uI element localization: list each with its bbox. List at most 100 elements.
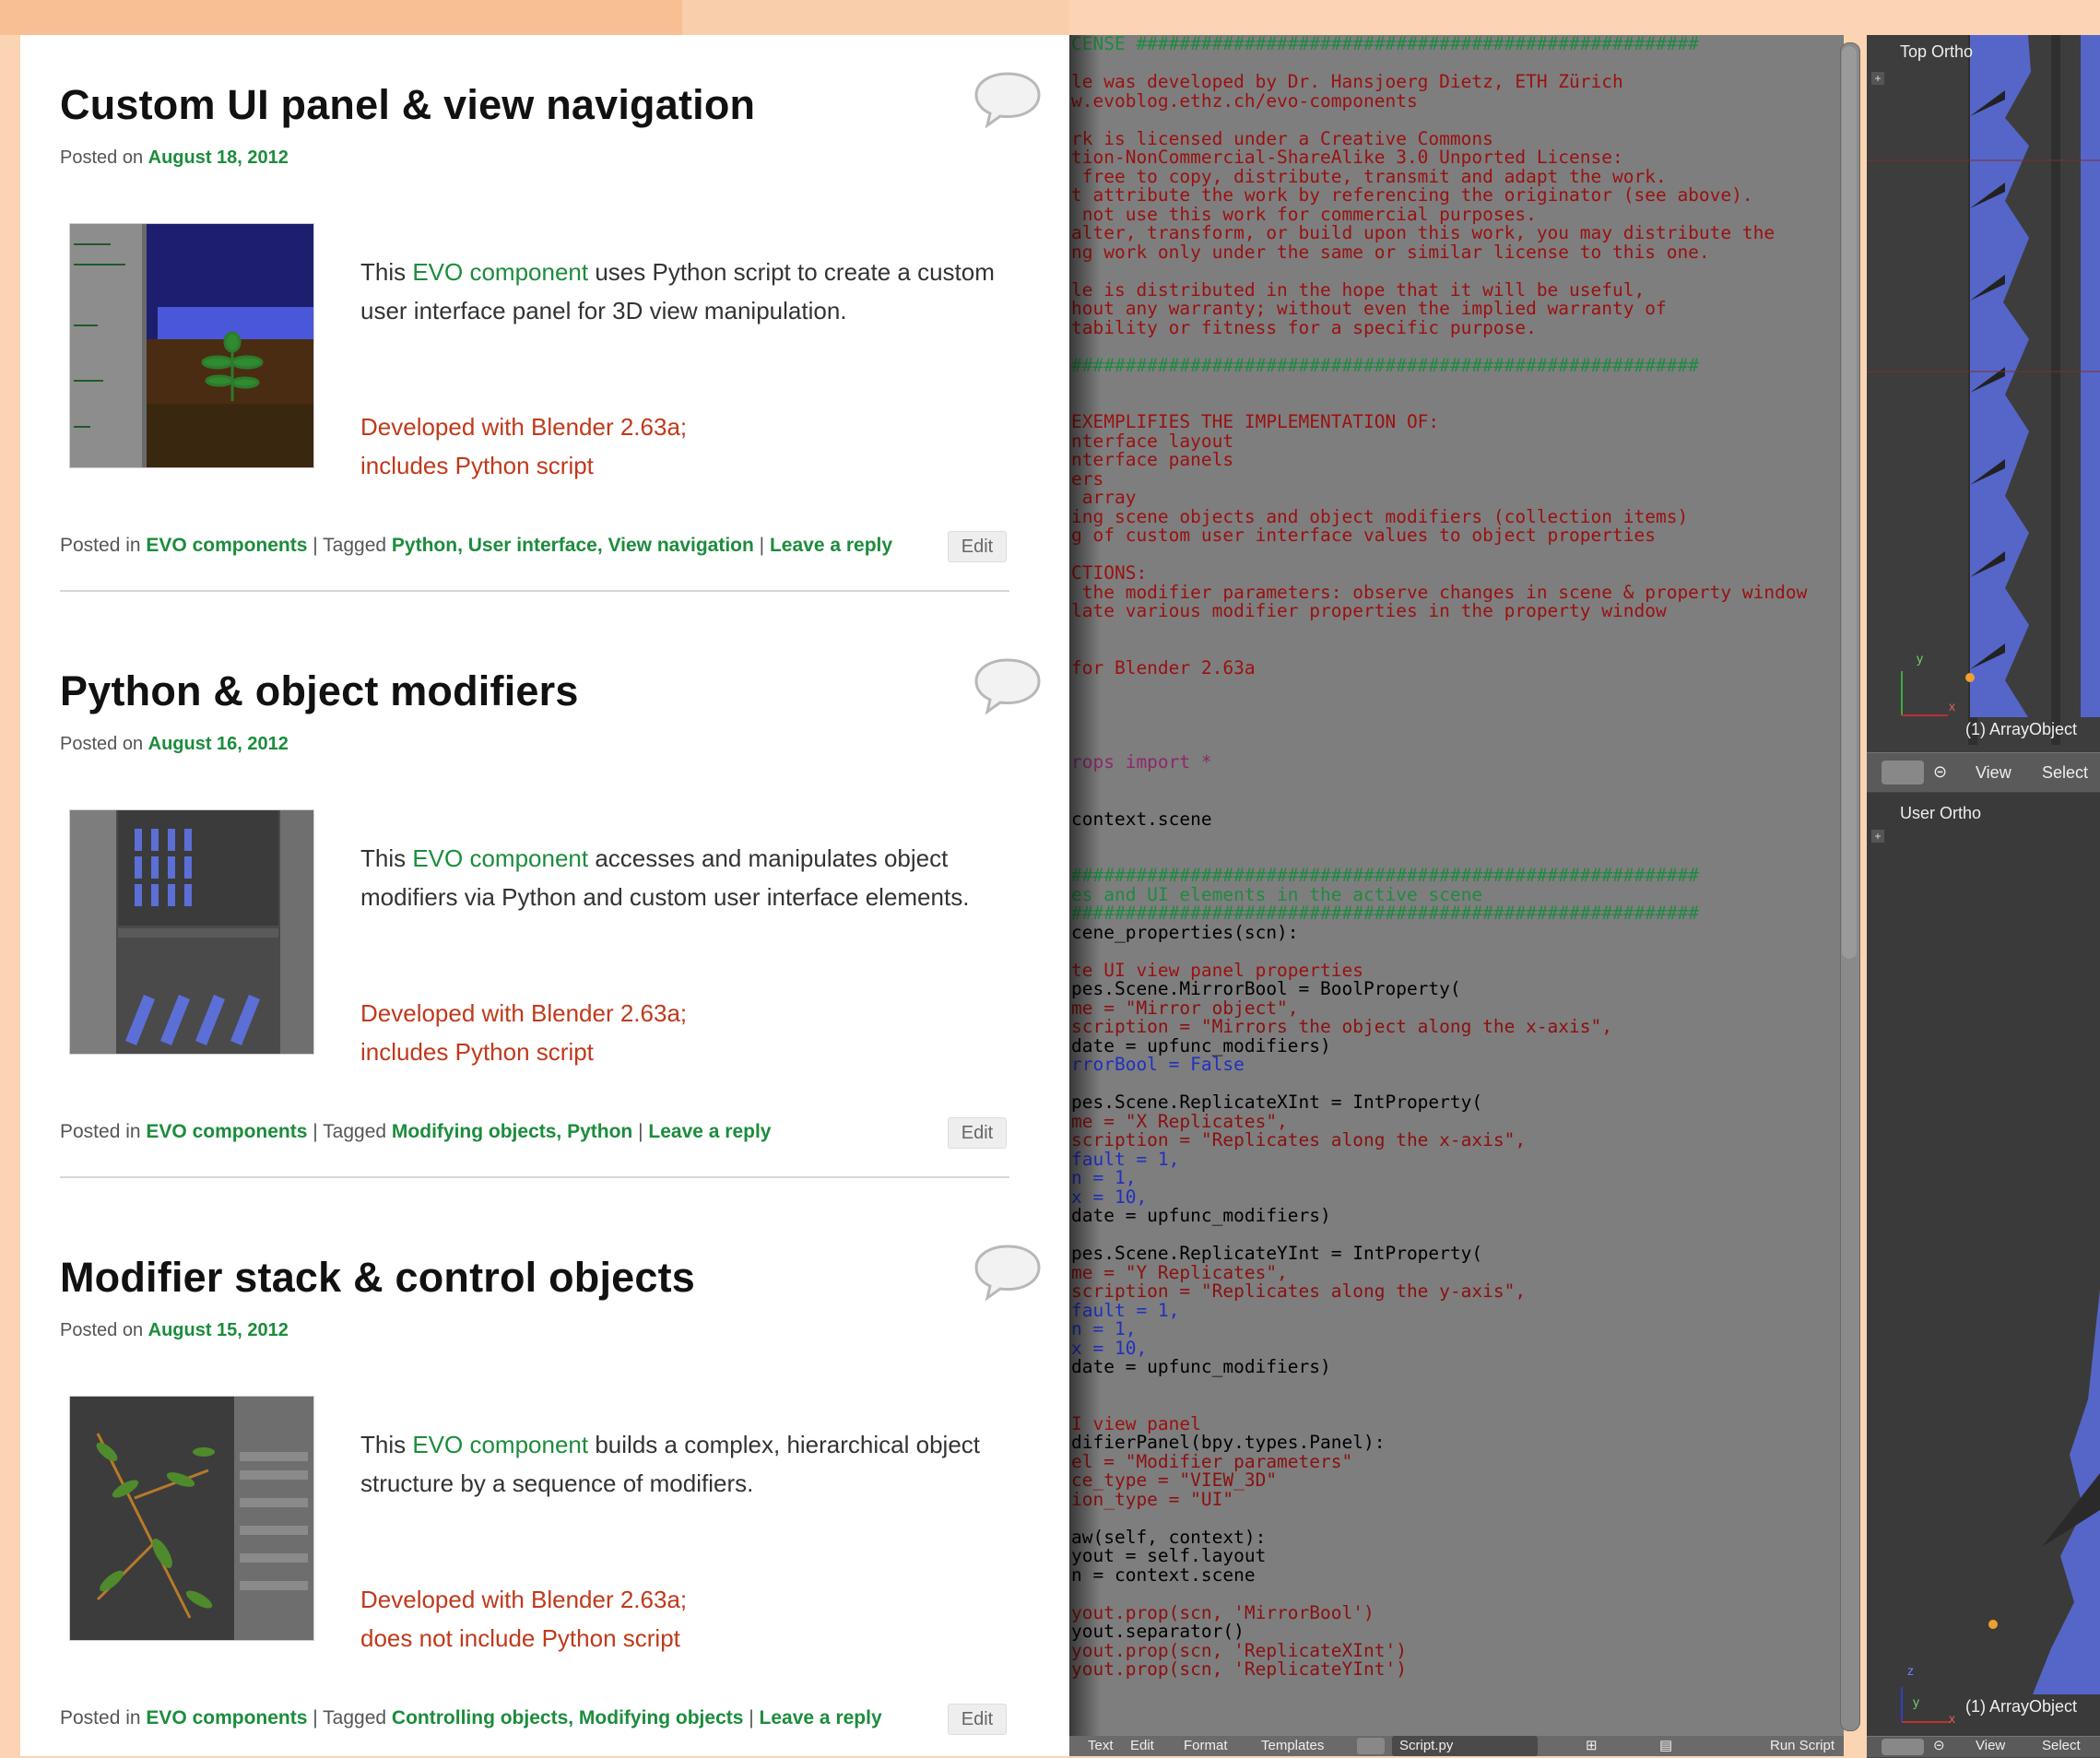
tag-link[interactable]: Modifying objects — [392, 1121, 557, 1142]
post-thumbnail[interactable] — [69, 223, 314, 468]
comment-bubble-icon[interactable] — [973, 1243, 1043, 1302]
code-line[interactable]: ng work only under the same or similar l… — [1071, 242, 1710, 263]
code-line[interactable]: date = upfunc_modifiers) — [1071, 1356, 1331, 1377]
code-line[interactable]: ########################################… — [1071, 355, 1699, 376]
code-line[interactable]: cene_properties(scn): — [1071, 922, 1299, 943]
text-menu[interactable]: Text — [1088, 1736, 1114, 1756]
code-line[interactable]: w.evoblog.ethz.ch/evo-components — [1071, 90, 1418, 112]
posted-in-label: Posted in — [60, 1121, 147, 1142]
edit-button[interactable]: Edit — [948, 531, 1007, 562]
posted-on-label: Posted on — [60, 147, 148, 168]
circle-icon[interactable]: ⊝ — [1933, 762, 1947, 782]
select-menu[interactable]: Select — [2042, 763, 2088, 783]
post-description: This EVO component builds a complex, hie… — [360, 1425, 1006, 1503]
axis-y-label: y — [1917, 651, 1923, 666]
top-decorative-band-right — [682, 0, 1069, 35]
comment-bubble-icon[interactable] — [973, 70, 1043, 129]
code-line[interactable]: tability or fitness for a specific purpo… — [1071, 317, 1537, 338]
comment-bubble-icon[interactable] — [973, 656, 1043, 715]
dev-note-line: includes Python script — [360, 1038, 594, 1066]
view-toggle-icon[interactable]: ▤ — [1659, 1736, 1672, 1756]
text-datablock-icon[interactable] — [1357, 1738, 1385, 1754]
tag-link[interactable]: Modifying objects — [579, 1707, 744, 1729]
select-menu[interactable]: Select — [2042, 1738, 2081, 1753]
object-label-top: (1) ArrayObject — [1965, 720, 2078, 738]
toolshelf-plus-icon[interactable]: + — [1871, 72, 1884, 85]
code-line[interactable]: late various modifier properties in the … — [1071, 600, 1667, 621]
code-line[interactable]: date = upfunc_modifiers) — [1071, 1205, 1331, 1226]
leave-reply-link[interactable]: Leave a reply — [648, 1121, 771, 1142]
post-title[interactable]: Custom UI panel & view navigation — [60, 81, 755, 129]
top-ortho-label: Top Ortho — [1900, 42, 1974, 61]
toolshelf-plus-icon[interactable]: + — [1871, 830, 1884, 843]
category-link[interactable]: EVO components — [146, 1121, 307, 1142]
script-name-field[interactable]: Script.py — [1392, 1736, 1538, 1756]
add-text-icon[interactable]: ⊞ — [1586, 1736, 1598, 1756]
tagged-label: | Tagged — [307, 1707, 392, 1729]
viewport-header: ⊝ View Select — [1867, 752, 2100, 793]
tag-link[interactable]: User interface — [468, 535, 597, 556]
desc-prefix: This — [360, 844, 413, 872]
post-title[interactable]: Modifier stack & control objects — [60, 1254, 695, 1302]
tag-link[interactable]: Python — [567, 1121, 632, 1142]
post-date-link[interactable]: August 15, 2012 — [148, 1320, 289, 1340]
meta-separator: | — [753, 535, 770, 556]
post-thumbnail[interactable] — [69, 1396, 314, 1641]
post-meta: Posted in EVO components | Tagged Contro… — [60, 1707, 882, 1729]
post-date-link[interactable]: August 18, 2012 — [148, 147, 289, 168]
post-date-link[interactable]: August 16, 2012 — [148, 734, 289, 754]
object-label-bottom: (1) ArrayObject — [1965, 1697, 2078, 1716]
text-editor[interactable]: CENSE ##################################… — [1069, 35, 1844, 1756]
view-menu[interactable]: View — [1976, 1738, 2005, 1753]
blog-panel: Custom UI panel & view navigation Posted… — [20, 35, 1069, 1756]
posted-on-label: Posted on — [60, 734, 148, 754]
evo-component-link[interactable]: EVO component — [412, 844, 588, 872]
view-menu[interactable]: View — [1976, 763, 2012, 783]
axis-y-label-bottom: y — [1913, 1694, 1919, 1709]
dev-note: Developed with Blender 2.63a; includes Py… — [360, 407, 1006, 485]
post-meta: Posted in EVO components | Tagged Modify… — [60, 1121, 772, 1142]
post-meta: Posted in EVO components | Tagged Python… — [60, 535, 893, 556]
3d-viewport[interactable]: Top Ortho (1) ArrayObject User Ortho (1)… — [1867, 35, 2100, 1756]
format-menu[interactable]: Format — [1184, 1736, 1228, 1756]
edit-button[interactable]: Edit — [948, 1704, 1007, 1735]
text-editor-header: Text Edit Format Templates Script.py ⊞ ▤… — [1069, 1736, 1844, 1756]
code-line[interactable]: yout.prop(scn, 'ReplicateYInt') — [1071, 1658, 1407, 1680]
category-link[interactable]: EVO components — [146, 1707, 307, 1729]
editor-scroll-thumb[interactable] — [1842, 46, 1857, 959]
leave-reply-link[interactable]: Leave a reply — [770, 535, 892, 556]
dev-note: Developed with Blender 2.63a; includes Py… — [360, 994, 1006, 1071]
edit-menu[interactable]: Edit — [1130, 1736, 1154, 1756]
desc-prefix: This — [360, 1431, 413, 1458]
tag-link[interactable]: Controlling objects — [392, 1707, 568, 1729]
edit-button[interactable]: Edit — [948, 1117, 1007, 1149]
editor-type-icon[interactable] — [1882, 1739, 1924, 1755]
circle-icon[interactable]: ⊝ — [1933, 1737, 1945, 1753]
editor-type-icon[interactable] — [1882, 761, 1924, 785]
desc-prefix: This — [360, 258, 413, 286]
code-line[interactable]: g of custom user interface values to obj… — [1071, 525, 1656, 546]
post-title[interactable]: Python & object modifiers — [60, 667, 579, 715]
axis-x-label: x — [1949, 699, 1955, 714]
tagged-label: | Tagged — [307, 1121, 392, 1142]
viewport-mesh — [1867, 35, 2100, 1723]
code-line[interactable]: CENSE ##################################… — [1071, 35, 1699, 54]
evo-component-link[interactable]: EVO component — [412, 1431, 588, 1458]
post-divider — [60, 590, 1009, 592]
dev-note-line: includes Python script — [360, 452, 594, 479]
code-text[interactable]: CENSE ##################################… — [1071, 35, 1807, 1756]
leave-reply-link[interactable]: Leave a reply — [760, 1707, 882, 1729]
category-link[interactable]: EVO components — [146, 535, 307, 556]
post-thumbnail[interactable] — [69, 809, 314, 1055]
dev-note: Developed with Blender 2.63a; does not in… — [360, 1580, 1006, 1658]
axis-x-label-bottom: x — [1949, 1711, 1955, 1726]
templates-menu[interactable]: Templates — [1261, 1736, 1324, 1756]
tag-link[interactable]: View navigation — [608, 535, 754, 556]
post-divider — [60, 1176, 1009, 1178]
posted-on-label: Posted on — [60, 1320, 148, 1340]
post-description: This EVO component uses Python script to… — [360, 253, 1006, 330]
run-script-button[interactable]: Run Script — [1770, 1736, 1835, 1756]
evo-component-link[interactable]: EVO component — [412, 258, 588, 286]
tag-link[interactable]: Python — [392, 535, 457, 556]
tagged-label: | Tagged — [307, 535, 392, 556]
